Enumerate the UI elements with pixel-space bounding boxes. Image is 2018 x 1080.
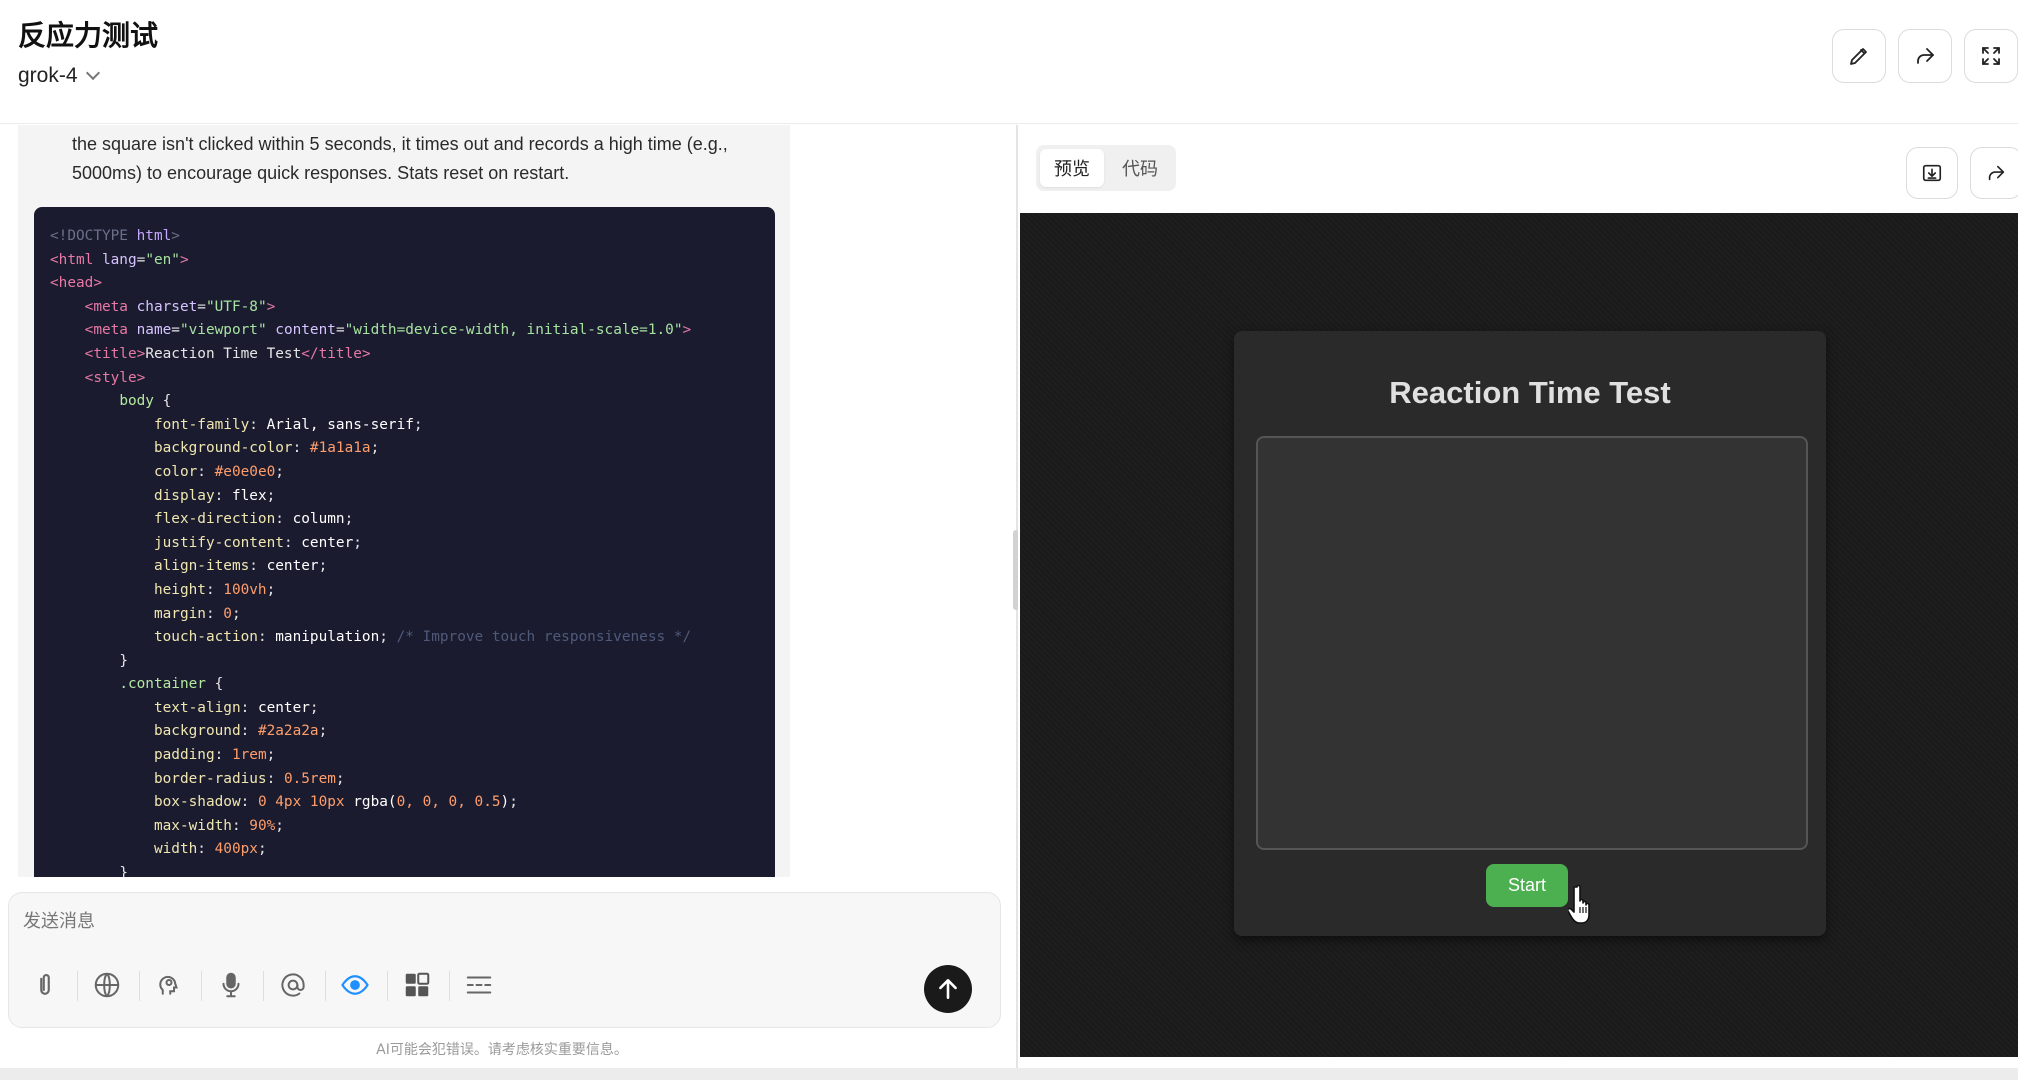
tool-separator xyxy=(263,971,264,1001)
code-line: font-family: Arial, sans-serif; xyxy=(153,416,423,433)
code-line: background-color: #1a1a1a; xyxy=(153,440,380,457)
hand-cursor-icon xyxy=(1568,884,1590,924)
fullscreen-icon xyxy=(1982,47,2000,65)
code-line: <meta charset="UTF-8"> xyxy=(84,298,276,315)
code-line: body { xyxy=(119,393,172,410)
code-line: width: 400px; xyxy=(153,841,267,858)
mention-button[interactable] xyxy=(271,963,315,1007)
message-input[interactable] xyxy=(23,911,983,932)
tool-separator xyxy=(201,971,202,1001)
code-line: <head> xyxy=(50,275,102,292)
fullscreen-button[interactable] xyxy=(1964,29,2018,83)
code-line: touch-action: manipulation; /* Improve t… xyxy=(153,629,692,646)
tool-separator xyxy=(325,971,326,1001)
edit-icon xyxy=(1850,48,1867,65)
tool-separator xyxy=(139,971,140,1001)
chat-scroll-area[interactable]: the square isn't clicked within 5 second… xyxy=(18,125,790,877)
download-button[interactable] xyxy=(1906,147,1958,199)
code-line: text-align: center; xyxy=(153,699,319,716)
code-line: background: #2a2a2a; xyxy=(153,723,328,740)
share-icon xyxy=(1988,165,2005,181)
reasoning-button[interactable] xyxy=(147,963,191,1007)
paperclip-icon xyxy=(40,973,50,995)
globe-icon xyxy=(94,972,120,998)
tool-separator xyxy=(77,971,78,1001)
microphone-icon xyxy=(222,972,240,998)
code-line: <html lang="en"> xyxy=(50,251,189,268)
send-button[interactable] xyxy=(924,965,972,1013)
tool-separator xyxy=(387,971,388,1001)
code-line: <meta name="viewport" content="width=dev… xyxy=(84,322,692,339)
game-container: Reaction Time Test Start xyxy=(1234,331,1826,936)
code-line: margin: 0; xyxy=(153,605,241,622)
message-composer xyxy=(8,892,1001,1028)
code-line: <!DOCTYPE html> xyxy=(50,228,180,244)
code-line: border-radius: 0.5rem; xyxy=(153,770,345,787)
tool-separator xyxy=(449,971,450,1001)
reaction-area[interactable] xyxy=(1256,436,1808,850)
game-title: Reaction Time Test xyxy=(1389,375,1671,410)
web-search-button[interactable] xyxy=(85,963,129,1007)
share-icon xyxy=(1917,48,1934,64)
code-line: <style> xyxy=(84,369,146,386)
start-button[interactable]: Start xyxy=(1486,864,1568,907)
disclaimer: AI可能会犯错误。请考虑核实重要信息。 xyxy=(376,1042,628,1058)
code-block: <!DOCTYPE html> <html lang="en"> <head> <m… xyxy=(34,207,775,877)
bottom-strip xyxy=(0,1068,2018,1080)
model-selector[interactable]: grok-4 xyxy=(18,64,100,88)
preview-panel: 预览 代码 Reaction Time Test Start xyxy=(1018,125,2018,1068)
code-line: flex-direction: column; xyxy=(153,511,354,528)
attach-button[interactable] xyxy=(23,963,67,1007)
code-line: height: 100vh; xyxy=(153,581,276,598)
assistant-message-text: the square isn't clicked within 5 second… xyxy=(72,134,728,183)
code-line: max-width: 90%; xyxy=(153,817,284,834)
brain-icon xyxy=(159,975,178,995)
preview-frame: Reaction Time Test Start xyxy=(1020,213,2018,1057)
code-line: box-shadow: 0 4px 10px rgba(0, 0, 0, 0.5… xyxy=(153,794,518,811)
chevron-down-icon xyxy=(85,65,100,81)
apps-icon xyxy=(405,972,430,997)
tab-preview[interactable]: 预览 xyxy=(1040,149,1104,187)
edit-button[interactable] xyxy=(1832,29,1886,83)
share-preview-button[interactable] xyxy=(1970,147,2018,199)
page-title: 反应力测试 xyxy=(18,19,159,52)
at-icon xyxy=(281,973,305,997)
code-line: } xyxy=(119,652,128,669)
arrow-up-icon xyxy=(939,979,957,999)
code-line: display: flex; xyxy=(153,487,276,504)
code-line: justify-content: center; xyxy=(153,534,362,551)
eye-icon xyxy=(341,975,369,995)
lines-icon xyxy=(466,976,492,994)
tab-code[interactable]: 代码 xyxy=(1108,149,1172,187)
voice-button[interactable] xyxy=(209,963,253,1007)
code-line: } xyxy=(119,865,128,877)
download-icon xyxy=(1922,164,1942,182)
code-line: padding: 1rem; xyxy=(153,747,276,764)
code-line: color: #e0e0e0; xyxy=(153,463,284,480)
code-line: <title>Reaction Time Test</title> xyxy=(84,345,371,362)
code-line: .container { xyxy=(119,676,224,693)
view-tabs: 预览 代码 xyxy=(1036,145,1176,191)
apps-button[interactable] xyxy=(395,963,439,1007)
app-header: 反应力测试 grok-4 xyxy=(0,0,2018,124)
share-button[interactable] xyxy=(1898,29,1952,83)
vision-button[interactable] xyxy=(333,963,377,1007)
more-tools-button[interactable] xyxy=(457,963,501,1007)
code-line: align-items: center; xyxy=(153,558,328,575)
model-name: grok-4 xyxy=(18,64,78,87)
